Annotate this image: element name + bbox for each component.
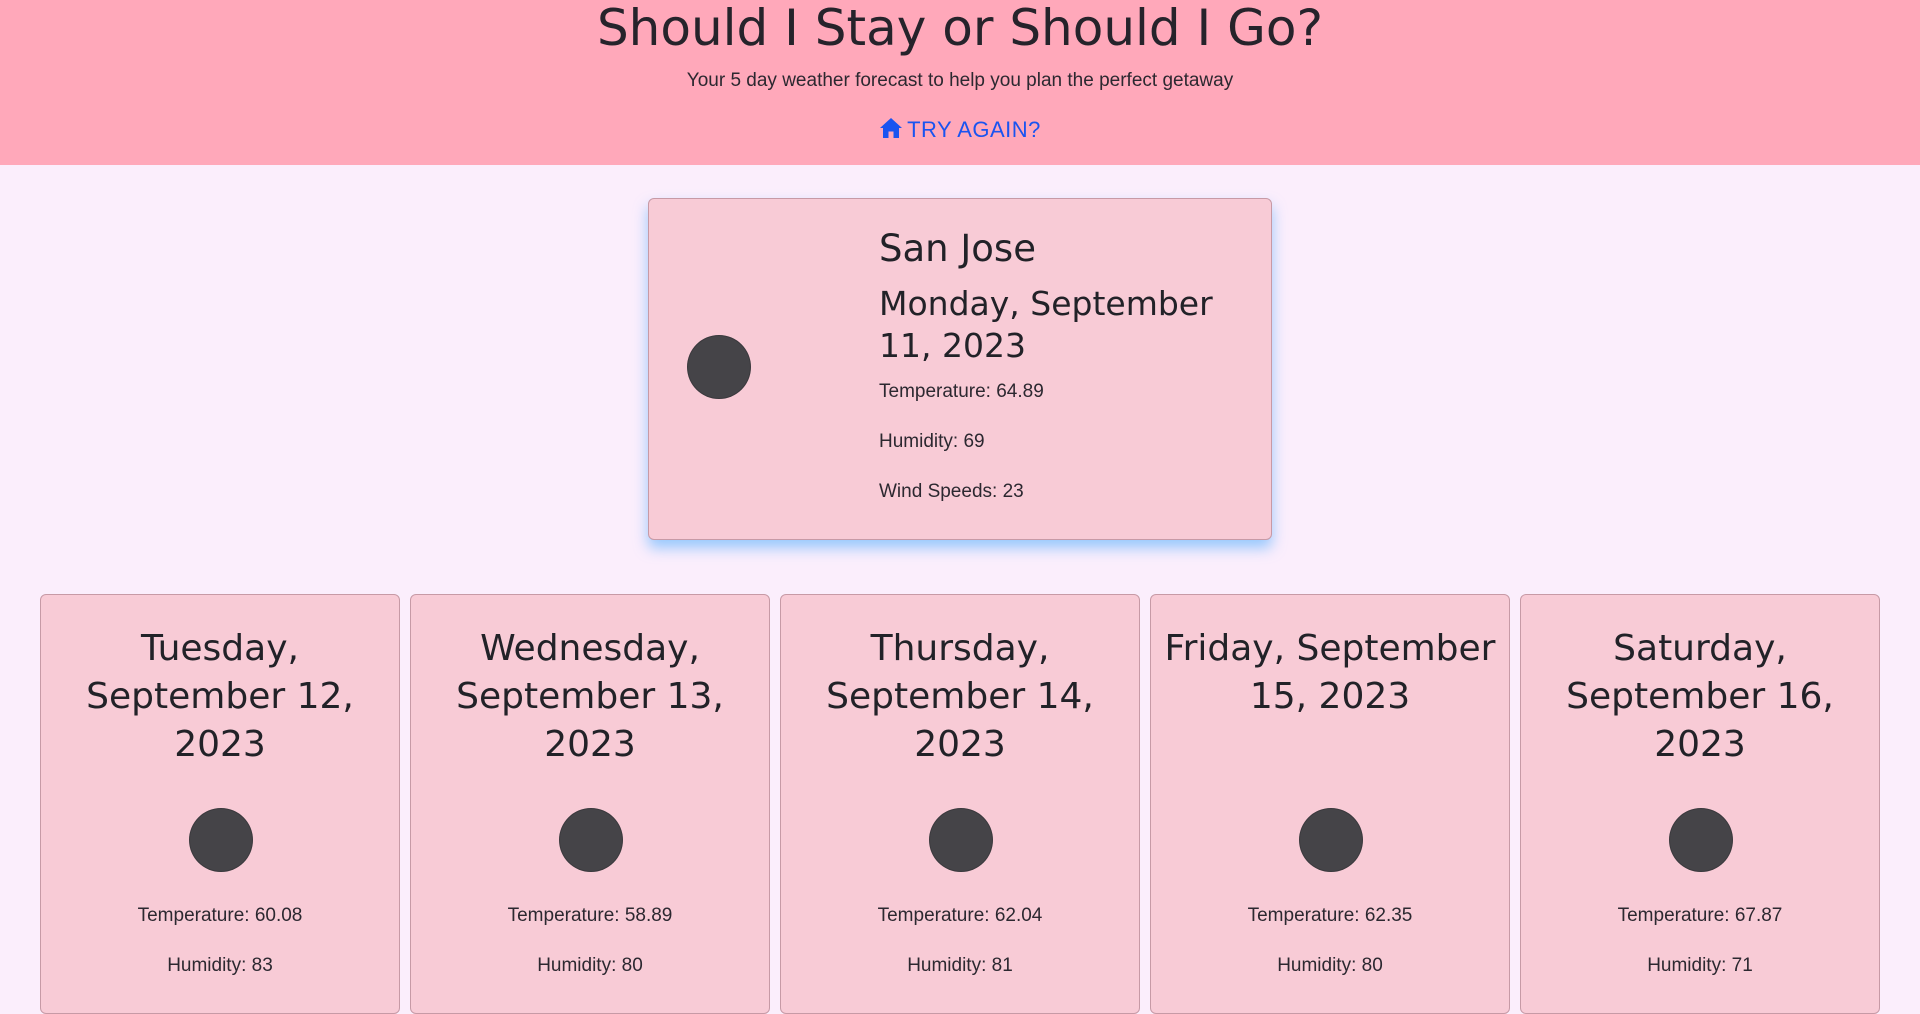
weather-icon [1670,809,1732,871]
forecast-card-4: Friday, September 15, 2023 Temperature: … [1150,594,1510,1014]
home-icon [879,117,903,139]
current-temperature: Temperature: 64.89 [879,381,1044,402]
page-title: Should I Stay or Should I Go? [596,0,1324,57]
weather-icon [688,336,750,398]
page-header: Should I Stay or Should I Go? Your 5 day… [0,0,1920,165]
forecast-card-3: Thursday, September 14, 2023 Temperature… [780,594,1140,1014]
forecast-date: Thursday, September 14, 2023 [826,628,1094,765]
forecast-card-5: Saturday, September 16, 2023 Temperature… [1520,594,1880,1014]
forecast-humidity: Humidity: 81 [907,955,1013,976]
forecast-date: Saturday, September 16, 2023 [1566,628,1834,765]
forecast-temperature: Temperature: 62.35 [1247,905,1413,926]
forecast-temperature: Temperature: 67.87 [1617,905,1783,926]
forecast-temperature: Temperature: 58.89 [507,905,673,926]
try-again-link[interactable]: TRY AGAIN? [0,116,1920,144]
current-humidity: Humidity: 69 [879,431,985,452]
current-weather-card: San Jose Monday, September 11, 2023 Temp… [648,198,1272,540]
city-name: San Jose [879,227,1036,270]
forecast-date: Tuesday, September 12, 2023 [86,628,354,765]
forecast-humidity: Humidity: 83 [167,955,273,976]
forecast-humidity: Humidity: 71 [1647,955,1753,976]
weather-icon [930,809,992,871]
current-wind: Wind Speeds: 23 [879,481,1024,502]
weather-icon [1300,809,1362,871]
forecast-card-1: Tuesday, September 12, 2023 Temperature:… [40,594,400,1014]
weather-icon [190,809,252,871]
forecast-humidity: Humidity: 80 [537,955,643,976]
forecast-date: Friday, September 15, 2023 [1164,628,1496,717]
forecast-temperature: Temperature: 60.08 [137,905,303,926]
forecast-temperature: Temperature: 62.04 [877,905,1043,926]
forecast-date: Wednesday, September 13, 2023 [456,628,724,765]
forecast-humidity: Humidity: 80 [1277,955,1383,976]
try-again-label: TRY AGAIN? [907,117,1041,142]
page-subtitle: Your 5 day weather forecast to help you … [686,70,1234,91]
weather-icon [560,809,622,871]
forecast-card-2: Wednesday, September 13, 2023 Temperatur… [410,594,770,1014]
current-date: Monday, September 11, 2023 [879,284,1213,365]
